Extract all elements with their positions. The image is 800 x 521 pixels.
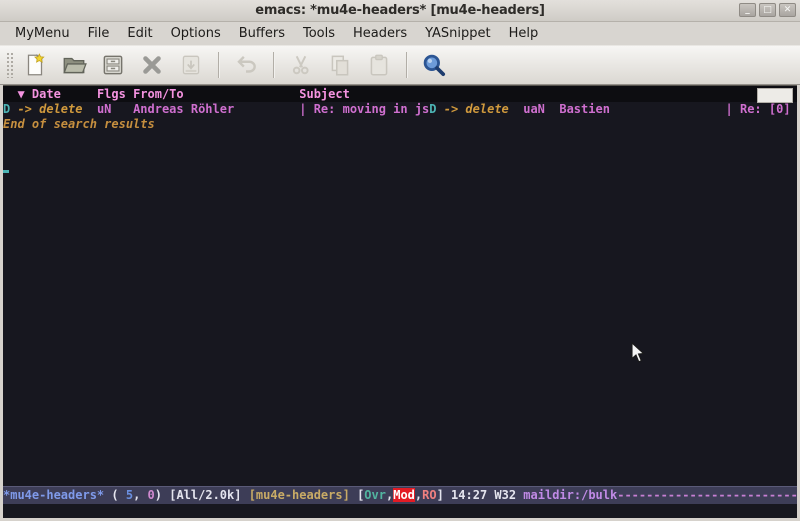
field-date xyxy=(509,102,523,116)
menu-item-mymenu[interactable]: MyMenu xyxy=(6,24,79,43)
scrollbar-thumb[interactable] xyxy=(757,88,793,103)
modeline-segment-plain: ] xyxy=(437,488,451,502)
field-subject: Subject xyxy=(292,87,350,101)
modeline-segment-plain: ) [All/2.0k] xyxy=(155,488,249,502)
field-from: Andreas Röhler xyxy=(133,102,292,116)
modeline-segment-blue: 5 xyxy=(126,488,133,502)
field-flags: Flgs xyxy=(97,87,133,101)
toolbar-search-button[interactable] xyxy=(419,50,449,80)
emacs-window: emacs: *mu4e-headers* [mu4e-headers] _□✕… xyxy=(0,0,800,521)
field-mark: -> delete xyxy=(17,102,82,116)
field-date xyxy=(82,102,96,116)
headers-column-header: ▼ Date Flgs From/To Subject xyxy=(3,86,797,102)
close-button[interactable]: ✕ xyxy=(779,3,796,17)
modeline-segment-plain: [ xyxy=(350,488,364,502)
toolbar-separator xyxy=(406,52,407,78)
paste-icon xyxy=(366,52,392,78)
field-date: ▼ Date xyxy=(17,87,96,101)
save-buffer-icon xyxy=(100,52,126,78)
toolbar-separator xyxy=(218,52,219,78)
toolbar-save-buffer-button[interactable] xyxy=(98,50,128,80)
message-list: D -> delete uN Andreas Röhler | Re: movi… xyxy=(3,102,797,117)
menu-item-edit[interactable]: Edit xyxy=(118,24,161,43)
new-file-icon xyxy=(22,52,48,78)
modeline-segment-dashes: ---------------------------------------- xyxy=(617,488,797,502)
buffer-area: ▼ Date Flgs From/To Subject D -> delete … xyxy=(3,85,797,518)
text-cursor xyxy=(3,170,9,173)
toolbar-paste-button xyxy=(364,50,394,80)
modeline-segment-ro: RO xyxy=(422,488,436,502)
menu-item-options[interactable]: Options xyxy=(162,24,230,43)
toolbar-new-file-button[interactable] xyxy=(20,50,50,80)
toolbar-close-buffer-button[interactable] xyxy=(137,50,167,80)
modeline-segment-buffer: *mu4e-headers* xyxy=(3,488,104,502)
toolbar-buttons xyxy=(20,50,449,80)
toolbar-grip-handle[interactable] xyxy=(6,52,14,78)
toolbar-cut-button xyxy=(286,50,316,80)
menu-item-yasnippet[interactable]: YASnippet xyxy=(416,24,500,43)
field-mark: -> delete xyxy=(444,102,509,116)
field-flags: uaN xyxy=(523,102,559,116)
field-flags: uN xyxy=(97,102,133,116)
cut-icon xyxy=(288,52,314,78)
toolbar xyxy=(0,45,800,85)
search-icon xyxy=(421,52,447,78)
end-of-results-label: End of search results xyxy=(3,117,797,131)
modeline-segment-dir: maildir:/bulk xyxy=(523,488,617,502)
minimize-button[interactable]: _ xyxy=(739,3,756,17)
toolbar-copy-button xyxy=(325,50,355,80)
menu-bar: MyMenuFileEditOptionsBuffersToolsHeaders… xyxy=(0,22,800,45)
modeline-segment-ovr: Ovr xyxy=(364,488,386,502)
open-file-icon xyxy=(61,52,87,78)
menu-item-tools[interactable]: Tools xyxy=(294,24,344,43)
menu-item-buffers[interactable]: Buffers xyxy=(230,24,294,43)
window-title: emacs: *mu4e-headers* [mu4e-headers] xyxy=(0,3,800,18)
toolbar-separator xyxy=(273,52,274,78)
field-from: From/To xyxy=(133,87,292,101)
modeline-segment-plain: 14:27 W32 xyxy=(451,488,523,502)
copy-icon xyxy=(327,52,353,78)
toolbar-undo-button xyxy=(231,50,261,80)
field-subject: | Re: [0] possible org bug xyxy=(718,102,797,116)
field-pfx: D xyxy=(3,102,17,116)
buffer-empty-space xyxy=(3,131,797,486)
message-row[interactable]: D -> delete uN Andreas Röhler | Re: movi… xyxy=(3,102,429,116)
toolbar-open-file-button[interactable] xyxy=(59,50,89,80)
field-from: Bastien xyxy=(559,102,718,116)
maximize-button[interactable]: □ xyxy=(759,3,776,17)
menu-item-headers[interactable]: Headers xyxy=(344,24,416,43)
modeline-segment-mod: Mod xyxy=(393,488,415,502)
close-buffer-icon xyxy=(139,52,165,78)
toolbar-save-as-button xyxy=(176,50,206,80)
title-bar[interactable]: emacs: *mu4e-headers* [mu4e-headers] _□✕ xyxy=(0,0,800,22)
field-subject: | Re: moving in js xyxy=(292,102,429,116)
save-as-icon xyxy=(178,52,204,78)
undo-icon xyxy=(233,52,259,78)
modeline-segment-plain: , xyxy=(133,488,147,502)
mode-line: *mu4e-headers* ( 5, 0) [All/2.0k] [mu4e-… xyxy=(3,486,797,504)
modeline-segment-plain: ( xyxy=(104,488,126,502)
window-controls: _□✕ xyxy=(739,3,796,17)
menu-item-help[interactable]: Help xyxy=(500,24,548,43)
modeline-segment-mode: [mu4e-headers] xyxy=(249,488,350,502)
field-pfx: D xyxy=(429,102,443,116)
message-row[interactable]: D -> delete uaN Bastien | Re: [0] possib… xyxy=(429,102,797,116)
menu-item-file[interactable]: File xyxy=(79,24,119,43)
modeline-segment-violet: 0 xyxy=(148,488,155,502)
field-pfx xyxy=(3,87,17,101)
echo-area[interactable] xyxy=(3,504,797,518)
